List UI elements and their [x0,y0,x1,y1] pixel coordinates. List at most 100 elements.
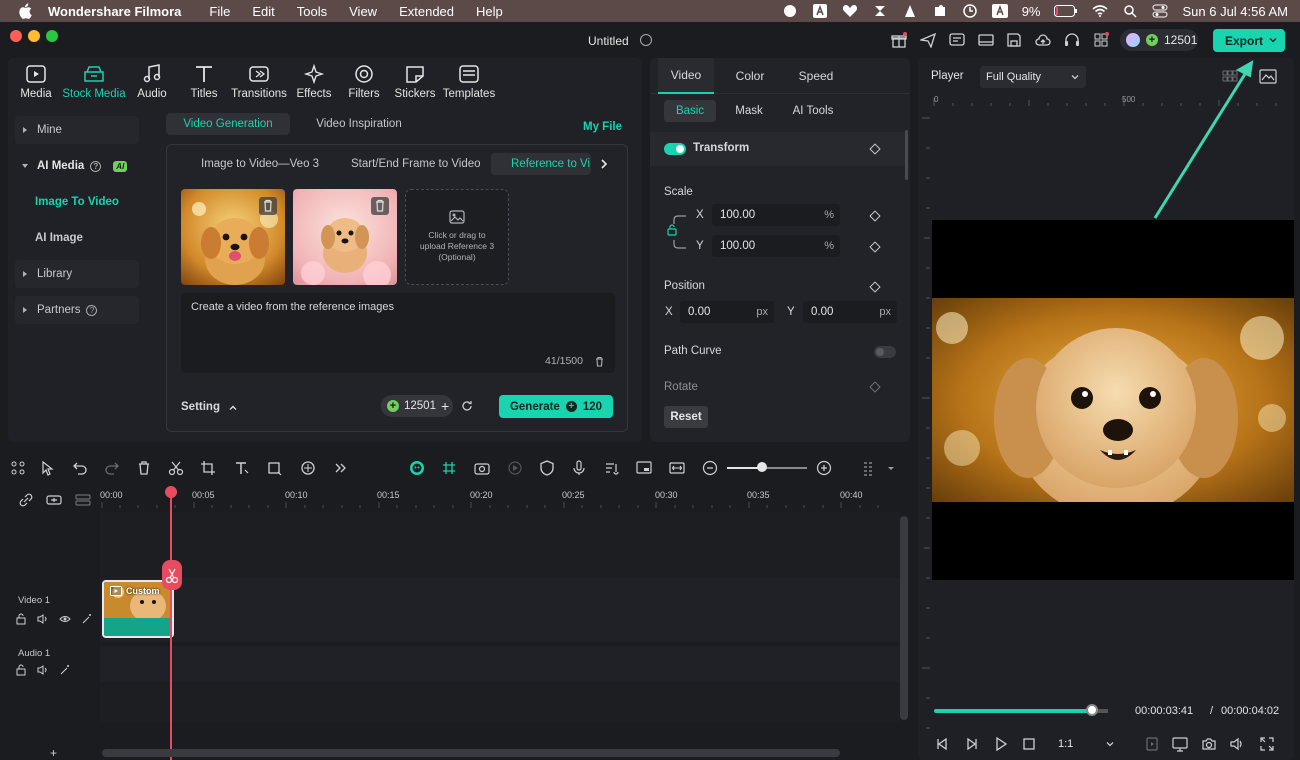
timeline-ruler[interactable]: 00:00 00:05 00:10 00:15 00:20 00:25 00:3… [100,488,900,508]
speaker-icon[interactable] [37,613,49,625]
tab-speed[interactable]: Speed [788,58,844,94]
gift-icon[interactable] [891,32,907,48]
empty-track-area[interactable] [100,512,900,578]
tab-audio[interactable]: Audio [134,64,170,100]
playhead[interactable] [170,486,172,760]
split-scissors-icon[interactable] [168,460,184,476]
lock-icon[interactable] [15,664,27,676]
position-x-input[interactable]: 0.00 px [680,301,774,323]
zoom-out-icon[interactable] [702,460,718,476]
next-frame-icon[interactable] [964,736,980,752]
render-preview-icon[interactable] [474,460,490,476]
chevron-right-icon[interactable] [599,159,609,169]
zoom-window-button[interactable] [46,30,58,42]
keyframe-diamond-icon[interactable] [869,381,881,393]
lock-icon[interactable] [15,613,27,625]
heart-app-icon[interactable] [842,4,858,18]
setting-toggle[interactable]: Setting [181,401,220,413]
reference-image-2[interactable] [293,189,397,285]
display-screen-icon[interactable] [1172,736,1188,752]
tab-video-generation[interactable]: Video Generation [166,113,290,135]
snap-icon[interactable] [441,460,457,476]
font-icon[interactable] [812,4,828,18]
wifi-icon[interactable] [1092,4,1109,18]
track-manager-icon[interactable] [75,492,91,508]
camera-snapshot-icon[interactable] [1201,736,1217,752]
input-source-icon[interactable] [991,4,1008,18]
sidebar-item-image-to-video[interactable]: Image To Video [15,188,139,216]
menu-help[interactable]: Help [476,4,503,19]
color-match-icon[interactable] [300,460,316,476]
speaker-icon[interactable] [37,664,49,676]
battery-icon[interactable] [1054,4,1078,18]
tab-filters[interactable]: Filters [346,64,382,100]
magic-wand-icon[interactable] [81,613,93,625]
aspect-ratio-select[interactable]: 1:1 [1058,734,1118,754]
control-center-icon[interactable] [1152,4,1168,18]
audio-track-lane[interactable] [100,646,900,682]
property-scrollbar[interactable] [905,130,908,180]
playback-progress[interactable] [934,709,1092,713]
pip-icon[interactable] [636,460,652,476]
shape-tool-icon[interactable] [267,460,283,476]
refresh-icon[interactable] [461,400,473,412]
eye-icon[interactable] [59,613,71,625]
save-icon[interactable] [1006,32,1022,48]
keyframe-diamond-icon[interactable] [869,281,881,293]
link-clips-icon[interactable] [18,492,34,508]
menu-view[interactable]: View [349,4,377,19]
delete-icon[interactable] [136,460,152,476]
mode-start-end-frame[interactable]: Start/End Frame to Video [351,153,481,175]
add-track-icon[interactable] [46,492,62,508]
undo-icon[interactable] [72,460,88,476]
audio-track-lane-lower[interactable] [100,682,900,722]
transform-section-header[interactable]: Transform [650,132,905,166]
prev-frame-icon[interactable] [934,736,950,752]
upload-reference-3[interactable]: Click or drag to upload Reference 3 (Opt… [405,189,509,285]
spotlight-search-icon[interactable] [1122,4,1138,18]
playhead-split-button[interactable] [162,560,182,590]
sidebar-item-mine[interactable]: Mine [15,116,139,144]
fullscreen-icon[interactable] [1259,736,1275,752]
minimize-window-button[interactable] [28,30,40,42]
timeline-horizontal-scrollbar[interactable] [102,749,840,757]
shield-icon[interactable] [539,460,555,476]
mode-reference-to-video[interactable]: Reference to Vi [491,153,591,175]
path-curve-toggle[interactable] [874,346,896,358]
help-icon[interactable]: ? [90,160,102,172]
sidebar-item-ai-image[interactable]: AI Image [15,224,139,252]
feedback-icon[interactable] [949,32,965,48]
apple-icon[interactable] [18,3,32,19]
scale-y-input[interactable]: 100.00% [712,235,840,257]
microphone-icon[interactable] [571,460,587,476]
tab-video-inspiration[interactable]: Video Inspiration [298,113,420,135]
tab-stickers[interactable]: Stickers [392,64,438,100]
puzzle-tray-icon[interactable] [932,4,948,18]
menu-edit[interactable]: Edit [252,4,274,19]
keyframe-diamond-icon[interactable] [869,241,881,253]
snapshot-image-icon[interactable] [1259,69,1277,84]
sidebar-item-ai-media[interactable]: AI Media ? AI [15,152,139,180]
help-icon[interactable]: ? [86,304,98,316]
voiceover-text-icon[interactable] [604,460,620,476]
menubar-datetime[interactable]: Sun 6 Jul 4:56 AM [1182,4,1288,19]
app-menu[interactable]: Wondershare Filmora [48,4,181,19]
tab-media[interactable]: Media [18,64,54,100]
crop-icon[interactable] [200,460,216,476]
redo-icon[interactable] [104,460,120,476]
stop-icon[interactable] [1021,736,1037,752]
account-avatar[interactable] [1126,33,1140,47]
delete-reference-2-button[interactable] [371,197,389,215]
tab-color[interactable]: Color [724,58,776,94]
tab-templates[interactable]: Templates [442,64,496,100]
prompt-textarea[interactable]: Create a video from the reference images… [181,293,615,373]
keyframe-diamond-icon[interactable] [869,210,881,222]
generation-credits-chip[interactable]: + 12501 + [381,395,453,417]
add-credits-icon[interactable]: + [441,398,449,414]
chevron-up-icon[interactable] [228,403,238,413]
tab-stock-media[interactable]: Stock Media [62,64,126,100]
delete-reference-1-button[interactable] [259,197,277,215]
tab-titles[interactable]: Titles [186,64,222,100]
text-tool-icon[interactable] [234,460,250,476]
add-track-plus[interactable]: + [50,746,57,760]
